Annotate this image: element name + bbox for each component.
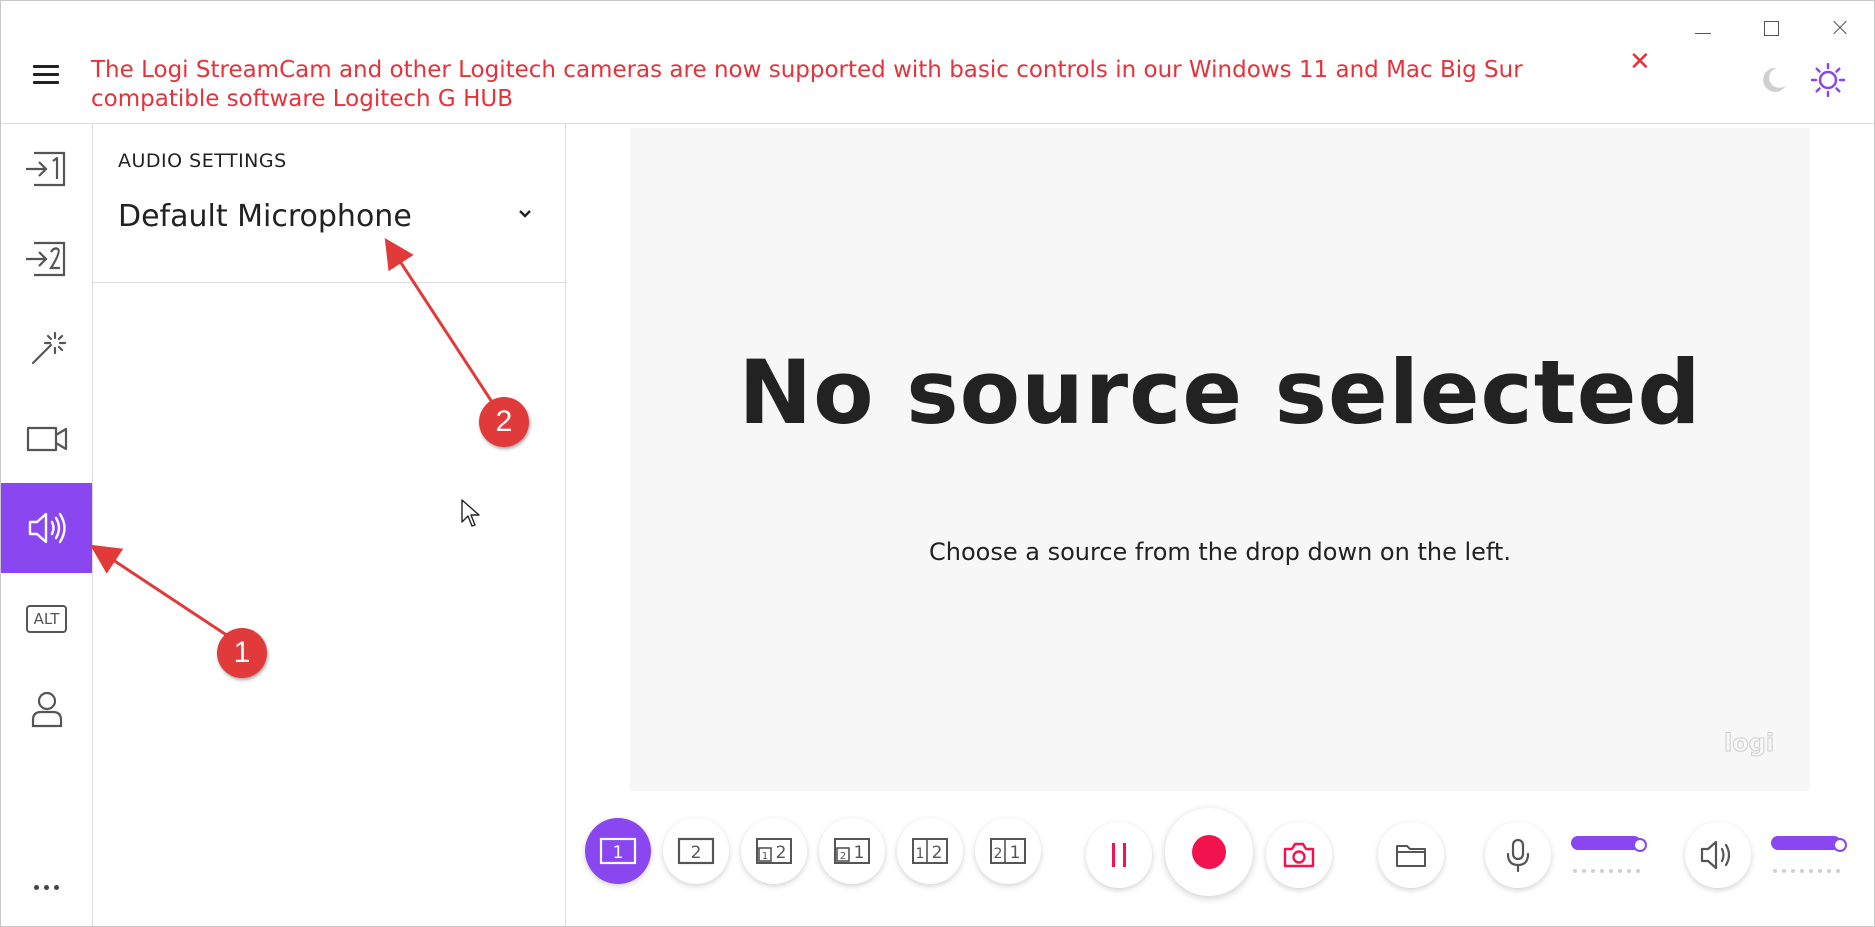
magic-wand-icon bbox=[31, 331, 66, 365]
annotation-badge-2: 2 bbox=[479, 397, 529, 447]
record-icon bbox=[1192, 835, 1226, 869]
layout-single-1-icon: 1 bbox=[599, 837, 637, 865]
divider bbox=[93, 282, 565, 283]
preview-hint: Choose a source from the drop down on th… bbox=[929, 538, 1511, 566]
app-window: The Logi StreamCam and other Logitech ca… bbox=[0, 0, 1875, 927]
layout-button-1[interactable]: 1 bbox=[585, 818, 651, 884]
camera-icon bbox=[26, 426, 67, 452]
layout-split-2-1-icon: 2 1 bbox=[990, 838, 1026, 864]
svg-text:1: 1 bbox=[762, 851, 768, 862]
microphone-level-meter bbox=[1573, 869, 1643, 873]
maximize-icon[interactable] bbox=[1751, 13, 1791, 43]
speaker-icon bbox=[28, 512, 66, 544]
speaker-level-meter bbox=[1773, 869, 1843, 873]
banner-close-icon[interactable]: ✕ bbox=[1629, 47, 1651, 77]
speaker-level-slider[interactable] bbox=[1771, 836, 1849, 852]
panel-title: AUDIO SETTINGS bbox=[118, 150, 287, 172]
menu-icon[interactable] bbox=[33, 65, 59, 85]
pause-icon bbox=[1112, 843, 1126, 867]
microphone-select-value: Default Microphone bbox=[118, 199, 412, 234]
minimize-icon[interactable] bbox=[1683, 13, 1723, 43]
svg-text:1: 1 bbox=[613, 843, 624, 863]
preview-area: No source selected Choose a source from … bbox=[630, 128, 1810, 791]
snapshot-button[interactable] bbox=[1266, 822, 1332, 888]
layout-pip-2-1-icon: 2 1 bbox=[834, 838, 870, 864]
microphone-level-knob[interactable] bbox=[1633, 838, 1647, 852]
layout-button-split-1-2[interactable]: 1 2 bbox=[897, 818, 963, 884]
microphone-level-track bbox=[1571, 836, 1641, 850]
layout-button-pip-1-2[interactable]: 1 2 bbox=[741, 818, 807, 884]
rail-item-audio[interactable] bbox=[1, 483, 92, 573]
folder-icon bbox=[1396, 845, 1426, 867]
more-dots-icon[interactable] bbox=[1, 872, 92, 902]
audio-settings-panel: AUDIO SETTINGS Default Microphone bbox=[93, 124, 566, 926]
layout-button-split-2-1[interactable]: 2 1 bbox=[975, 818, 1041, 884]
rail-item-video[interactable] bbox=[1, 394, 92, 484]
input-2-icon bbox=[25, 241, 65, 277]
svg-text:2: 2 bbox=[691, 843, 702, 863]
microphone-select[interactable]: Default Microphone bbox=[118, 199, 538, 249]
user-icon bbox=[31, 691, 62, 728]
rail-item-source-1[interactable] bbox=[1, 124, 92, 214]
microphone-toggle[interactable] bbox=[1485, 822, 1551, 888]
snapshot-icon bbox=[1283, 842, 1315, 868]
open-folder-button[interactable] bbox=[1378, 822, 1444, 888]
svg-text:2: 2 bbox=[776, 843, 787, 863]
window-close-icon[interactable] bbox=[1819, 13, 1859, 43]
left-rail: ALT bbox=[1, 124, 93, 926]
microphone-level-slider[interactable] bbox=[1571, 836, 1649, 852]
speaker-toggle[interactable] bbox=[1685, 822, 1751, 888]
svg-text:2: 2 bbox=[840, 851, 846, 862]
layout-button-2[interactable]: 2 bbox=[663, 818, 729, 884]
layout-pip-1-2-icon: 1 2 bbox=[756, 838, 792, 864]
update-banner: The Logi StreamCam and other Logitech ca… bbox=[91, 57, 1523, 112]
svg-text:2: 2 bbox=[932, 843, 943, 863]
microphone-icon bbox=[1506, 838, 1530, 873]
speaker-icon bbox=[1700, 840, 1731, 870]
moon-icon[interactable] bbox=[1759, 65, 1789, 95]
layout-split-1-2-icon: 1 2 bbox=[912, 838, 948, 864]
pause-button[interactable] bbox=[1086, 822, 1152, 888]
record-button[interactable] bbox=[1165, 808, 1253, 896]
rail-item-source-2[interactable] bbox=[1, 214, 92, 304]
chevron-down-icon bbox=[519, 210, 531, 218]
speaker-level-track bbox=[1771, 836, 1841, 850]
rail-item-alt[interactable]: ALT bbox=[1, 574, 92, 664]
header: The Logi StreamCam and other Logitech ca… bbox=[1, 1, 1874, 124]
mouse-cursor-icon bbox=[461, 499, 480, 527]
svg-text:1: 1 bbox=[854, 843, 865, 863]
rail-item-account[interactable] bbox=[1, 664, 92, 754]
rail-item-effects[interactable] bbox=[1, 304, 92, 394]
svg-text:1: 1 bbox=[1010, 843, 1021, 863]
svg-text:2: 2 bbox=[994, 846, 1003, 862]
annotation-badge-1: 1 bbox=[217, 628, 267, 678]
layout-single-2-icon: 2 bbox=[677, 837, 715, 865]
sun-icon[interactable] bbox=[1811, 63, 1845, 97]
layout-button-pip-2-1[interactable]: 2 1 bbox=[819, 818, 885, 884]
speaker-level-knob[interactable] bbox=[1833, 838, 1847, 852]
svg-text:1: 1 bbox=[916, 846, 925, 862]
logi-logo: logi bbox=[1723, 729, 1775, 758]
input-1-icon bbox=[25, 151, 65, 187]
preview-title: No source selected bbox=[738, 341, 1702, 444]
alt-icon: ALT bbox=[25, 605, 68, 633]
alt-label: ALT bbox=[33, 610, 60, 628]
